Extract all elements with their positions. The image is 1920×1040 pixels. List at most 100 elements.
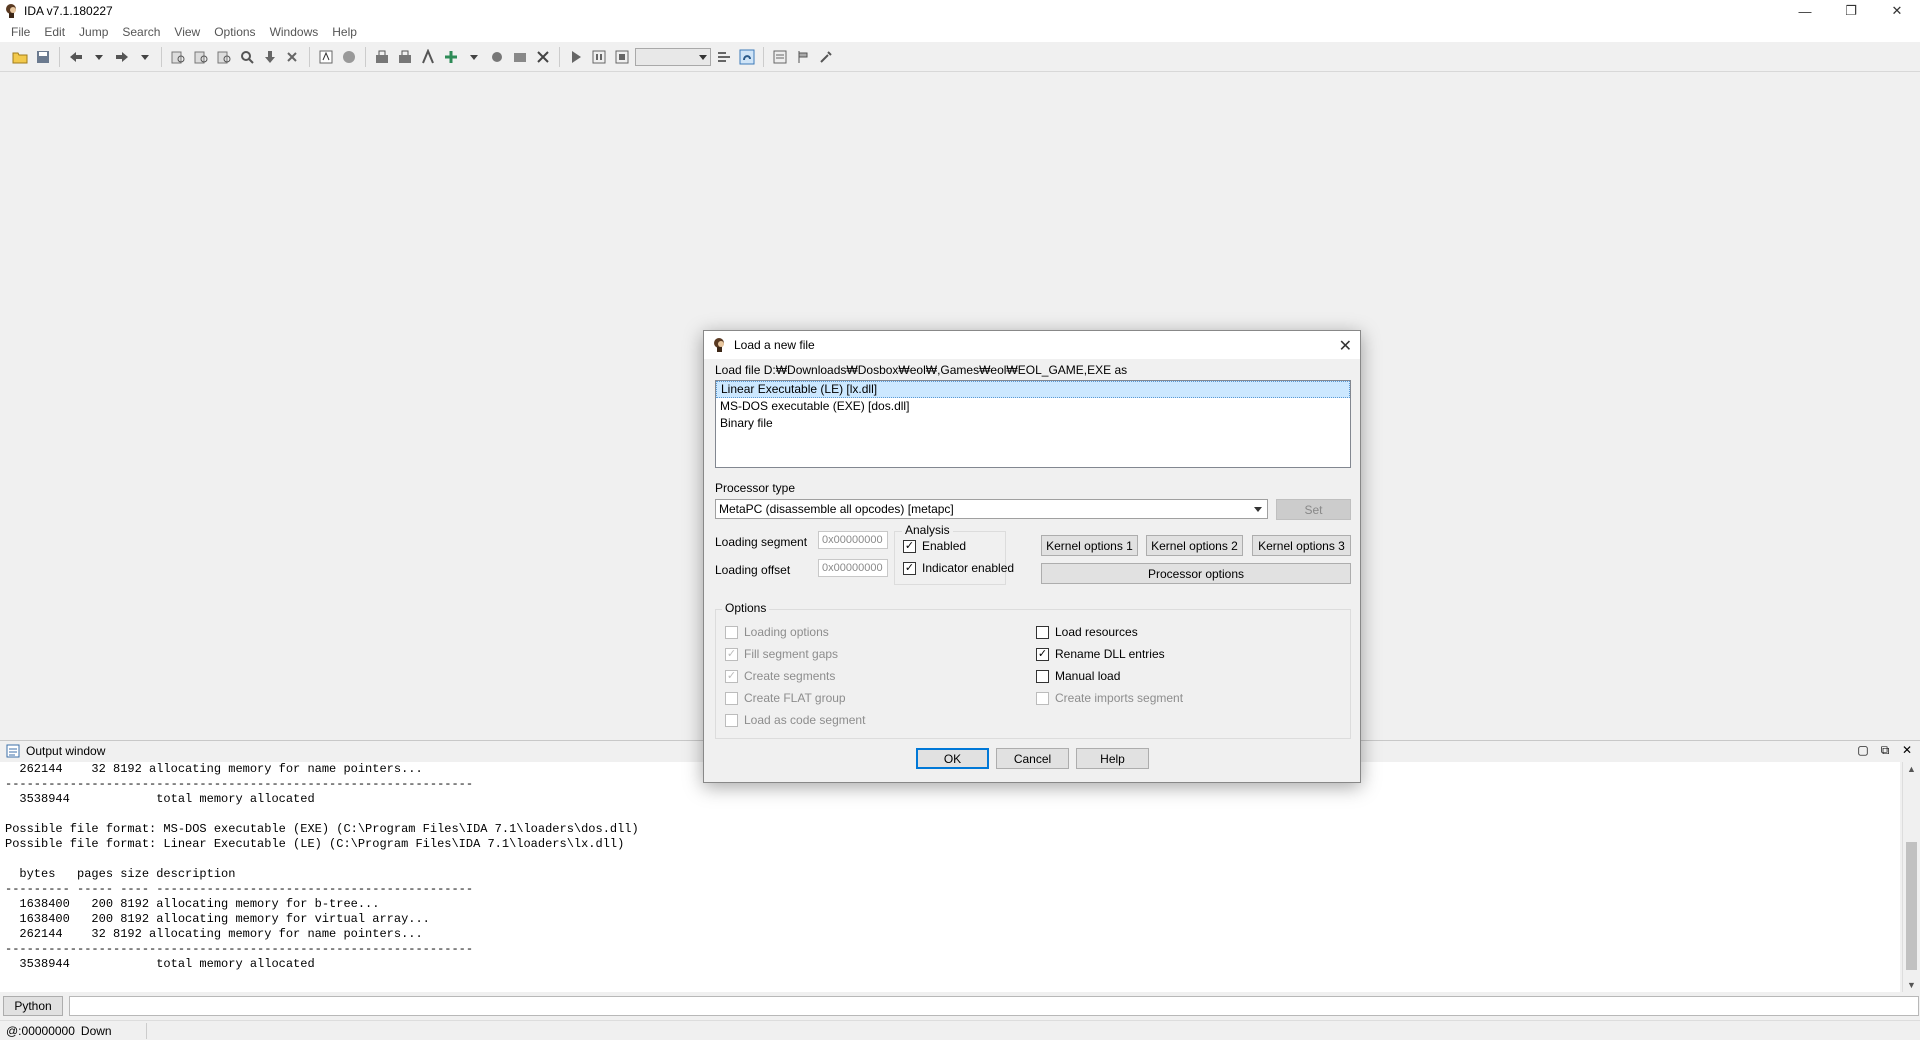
back-dropdown-icon[interactable]	[89, 47, 109, 67]
ida-logo-icon	[714, 338, 724, 352]
output-scrollbar[interactable]: ▲ ▼	[1902, 762, 1920, 992]
scroll-down-icon[interactable]: ▼	[1907, 980, 1916, 990]
back-arrow-icon[interactable]	[66, 47, 86, 67]
format-item-exe[interactable]: MS-DOS executable (EXE) [dos.dll]	[716, 398, 1350, 415]
load-resources-checkbox[interactable]: Load resources	[1036, 625, 1138, 639]
python-button[interactable]: Python	[3, 996, 63, 1016]
scroll-thumb[interactable]	[1906, 842, 1917, 970]
kernel-options-3-button[interactable]: Kernel options 3	[1252, 535, 1351, 556]
enum-icon[interactable]	[510, 47, 530, 67]
string-icon[interactable]	[418, 47, 438, 67]
dialog-close-button[interactable]: ✕	[1339, 336, 1352, 356]
loading-offset-label: Loading offset	[715, 563, 791, 577]
menu-windows[interactable]: Windows	[263, 25, 326, 39]
checkbox-checked-icon: ✓	[725, 647, 738, 661]
manual-load-checkbox[interactable]: Manual load	[1036, 669, 1120, 683]
loading-offset-input[interactable]: 0x00000000	[818, 559, 888, 577]
format-item-le[interactable]: Linear Executable (LE) [lx.dll]	[716, 381, 1350, 398]
menu-edit[interactable]: Edit	[37, 25, 72, 39]
cancel-button[interactable]: Cancel	[996, 748, 1069, 769]
output-log[interactable]: 262144 32 8192 allocating memory for nam…	[0, 762, 1900, 992]
restore-button[interactable]: ❐	[1828, 0, 1874, 22]
processor-type-select[interactable]: MetaPC (disassemble all opcodes) [metapc…	[715, 499, 1268, 519]
play-icon[interactable]	[566, 47, 586, 67]
manual-load-label: Manual load	[1055, 669, 1121, 683]
pause-icon[interactable]	[589, 47, 609, 67]
attach-icon[interactable]	[737, 47, 757, 67]
save-icon[interactable]	[33, 47, 53, 67]
scroll-up-icon[interactable]: ▲	[1907, 764, 1916, 774]
analysis-title: Analysis	[902, 523, 953, 537]
minimize-button[interactable]: —	[1782, 0, 1828, 22]
processor-options-button[interactable]: Processor options	[1041, 563, 1351, 584]
loading-segment-input[interactable]: 0x00000000	[818, 531, 888, 549]
checkbox-unchecked-icon	[1036, 669, 1049, 683]
close-button[interactable]: ✕	[1874, 0, 1920, 22]
rename-dll-entries-checkbox[interactable]: ✓ Rename DLL entries	[1036, 647, 1165, 661]
function-icon[interactable]	[441, 47, 461, 67]
load-as-code-segment-label: Load as code segment	[744, 713, 866, 727]
analysis-enabled-checkbox[interactable]: ✓ Enabled	[903, 539, 966, 553]
tools-icon[interactable]	[816, 47, 836, 67]
command-input[interactable]	[69, 996, 1919, 1016]
menu-search[interactable]: Search	[115, 25, 167, 39]
help-button[interactable]: Help	[1076, 748, 1149, 769]
search-binary-icon[interactable]	[214, 47, 234, 67]
create-flat-group-label: Create FLAT group	[744, 691, 846, 705]
status-bar: @:00000000 Down	[0, 1020, 1920, 1040]
toolbar	[0, 42, 1920, 72]
search-all-icon[interactable]	[237, 47, 257, 67]
function-dropdown-icon[interactable]	[464, 47, 484, 67]
output-close-icon[interactable]: ✕	[1900, 743, 1914, 758]
code-icon[interactable]	[372, 47, 392, 67]
list-icon[interactable]	[770, 47, 790, 67]
checkbox-checked-icon: ✓	[725, 669, 738, 683]
menu-help[interactable]: Help	[325, 25, 364, 39]
processor-type-label: Processor type	[715, 481, 796, 495]
format-item-binary[interactable]: Binary file	[716, 415, 1350, 432]
graph-view-icon[interactable]	[339, 47, 359, 67]
create-segments-checkbox[interactable]: ✓ Create segments	[725, 669, 835, 683]
loading-options-checkbox[interactable]: Loading options	[725, 625, 829, 639]
output-maximize-icon[interactable]: ▢	[1856, 743, 1870, 758]
menu-view[interactable]: View	[167, 25, 207, 39]
struct-icon[interactable]	[487, 47, 507, 67]
debugger-options-icon[interactable]	[714, 47, 734, 67]
kernel-options-2-button[interactable]: Kernel options 2	[1146, 535, 1243, 556]
search-next-icon[interactable]	[191, 47, 211, 67]
data-icon[interactable]	[395, 47, 415, 67]
open-folder-icon[interactable]	[10, 47, 30, 67]
checkbox-unchecked-icon	[1036, 691, 1049, 705]
stop-icon[interactable]	[612, 47, 632, 67]
forward-arrow-icon[interactable]	[112, 47, 132, 67]
text-view-icon[interactable]	[316, 47, 336, 67]
undefine-icon[interactable]	[533, 47, 553, 67]
create-imports-segment-checkbox[interactable]: Create imports segment	[1036, 691, 1183, 705]
checkbox-unchecked-icon	[725, 713, 738, 727]
menu-file[interactable]: File	[4, 25, 37, 39]
menu-jump[interactable]: Jump	[72, 25, 115, 39]
kernel-options-1-button[interactable]: Kernel options 1	[1041, 535, 1138, 556]
options-title: Options	[722, 601, 770, 615]
breakpoint-icon[interactable]	[793, 47, 813, 67]
ida-logo-icon	[6, 4, 16, 18]
ok-button[interactable]: OK	[916, 748, 989, 769]
debugger-select[interactable]	[635, 47, 711, 66]
status-address: @:00000000	[6, 1023, 75, 1038]
forward-dropdown-icon[interactable]	[135, 47, 155, 67]
search-text-icon[interactable]	[168, 47, 188, 67]
indicator-enabled-checkbox[interactable]: ✓ Indicator enabled	[903, 561, 1014, 575]
fill-segment-gaps-checkbox[interactable]: ✓ Fill segment gaps	[725, 647, 838, 661]
load-resources-label: Load resources	[1055, 625, 1138, 639]
checkbox-checked-icon: ✓	[1036, 647, 1049, 661]
file-format-list[interactable]: Linear Executable (LE) [lx.dll] MS-DOS e…	[715, 380, 1351, 468]
output-float-icon[interactable]: ⧉	[1878, 743, 1892, 758]
load-as-code-segment-checkbox[interactable]: Load as code segment	[725, 713, 865, 727]
xref-icon[interactable]	[283, 47, 303, 67]
title-bar: IDA v7.1.180227 — ❐ ✕	[0, 0, 1920, 22]
menu-options[interactable]: Options	[207, 25, 262, 39]
set-button[interactable]: Set	[1276, 499, 1351, 520]
command-line: Python	[0, 994, 1920, 1018]
create-flat-group-checkbox[interactable]: Create FLAT group	[725, 691, 846, 705]
jump-down-icon[interactable]	[260, 47, 280, 67]
